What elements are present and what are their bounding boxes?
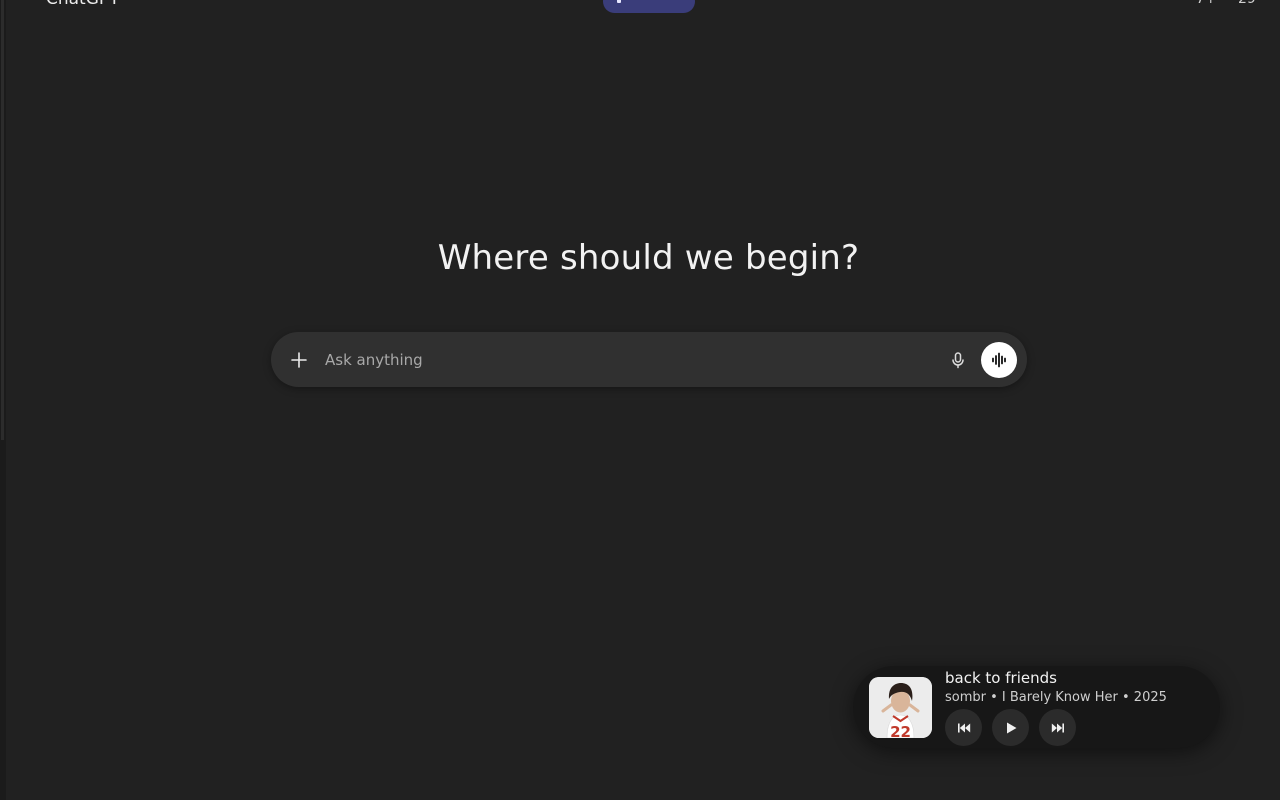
top-right-indicator[interactable]: 7+: [1196, 0, 1217, 7]
track-meta: sombr • I Barely Know Her • 2025: [945, 690, 1167, 705]
play-icon: [1006, 722, 1016, 733]
voice-waveform-icon: [992, 352, 1006, 368]
media-player: 22 back to friends sombr • I Barely Know…: [853, 666, 1220, 748]
next-track-icon: [1051, 723, 1064, 732]
pill-icon: [617, 0, 621, 3]
track-title: back to friends: [945, 669, 1057, 687]
scrollbar-thumb[interactable]: [1, 0, 4, 440]
chat-app: ChatGPT 7+ 29 Where should we begin?: [0, 0, 1280, 800]
add-attachment-button[interactable]: [287, 348, 311, 372]
top-right-counter[interactable]: 29: [1238, 0, 1256, 7]
next-track-button[interactable]: [1039, 709, 1076, 746]
app-title[interactable]: ChatGPT: [46, 0, 120, 9]
page-heading: Where should we begin?: [437, 238, 860, 278]
top-status-pill[interactable]: [603, 0, 695, 13]
composer: [271, 332, 1027, 387]
microphone-icon: [952, 352, 964, 369]
dictate-button[interactable]: [946, 348, 970, 372]
play-button[interactable]: [992, 709, 1029, 746]
left-scrollbar[interactable]: [0, 0, 6, 800]
album-cover-image: 22: [869, 677, 932, 738]
prompt-input[interactable]: [323, 346, 927, 374]
previous-track-button[interactable]: [945, 709, 982, 746]
plus-icon: [291, 352, 307, 368]
album-number: 22: [890, 723, 911, 738]
previous-track-icon: [957, 723, 970, 732]
album-art[interactable]: 22: [869, 677, 932, 738]
voice-mode-button[interactable]: [981, 342, 1017, 378]
